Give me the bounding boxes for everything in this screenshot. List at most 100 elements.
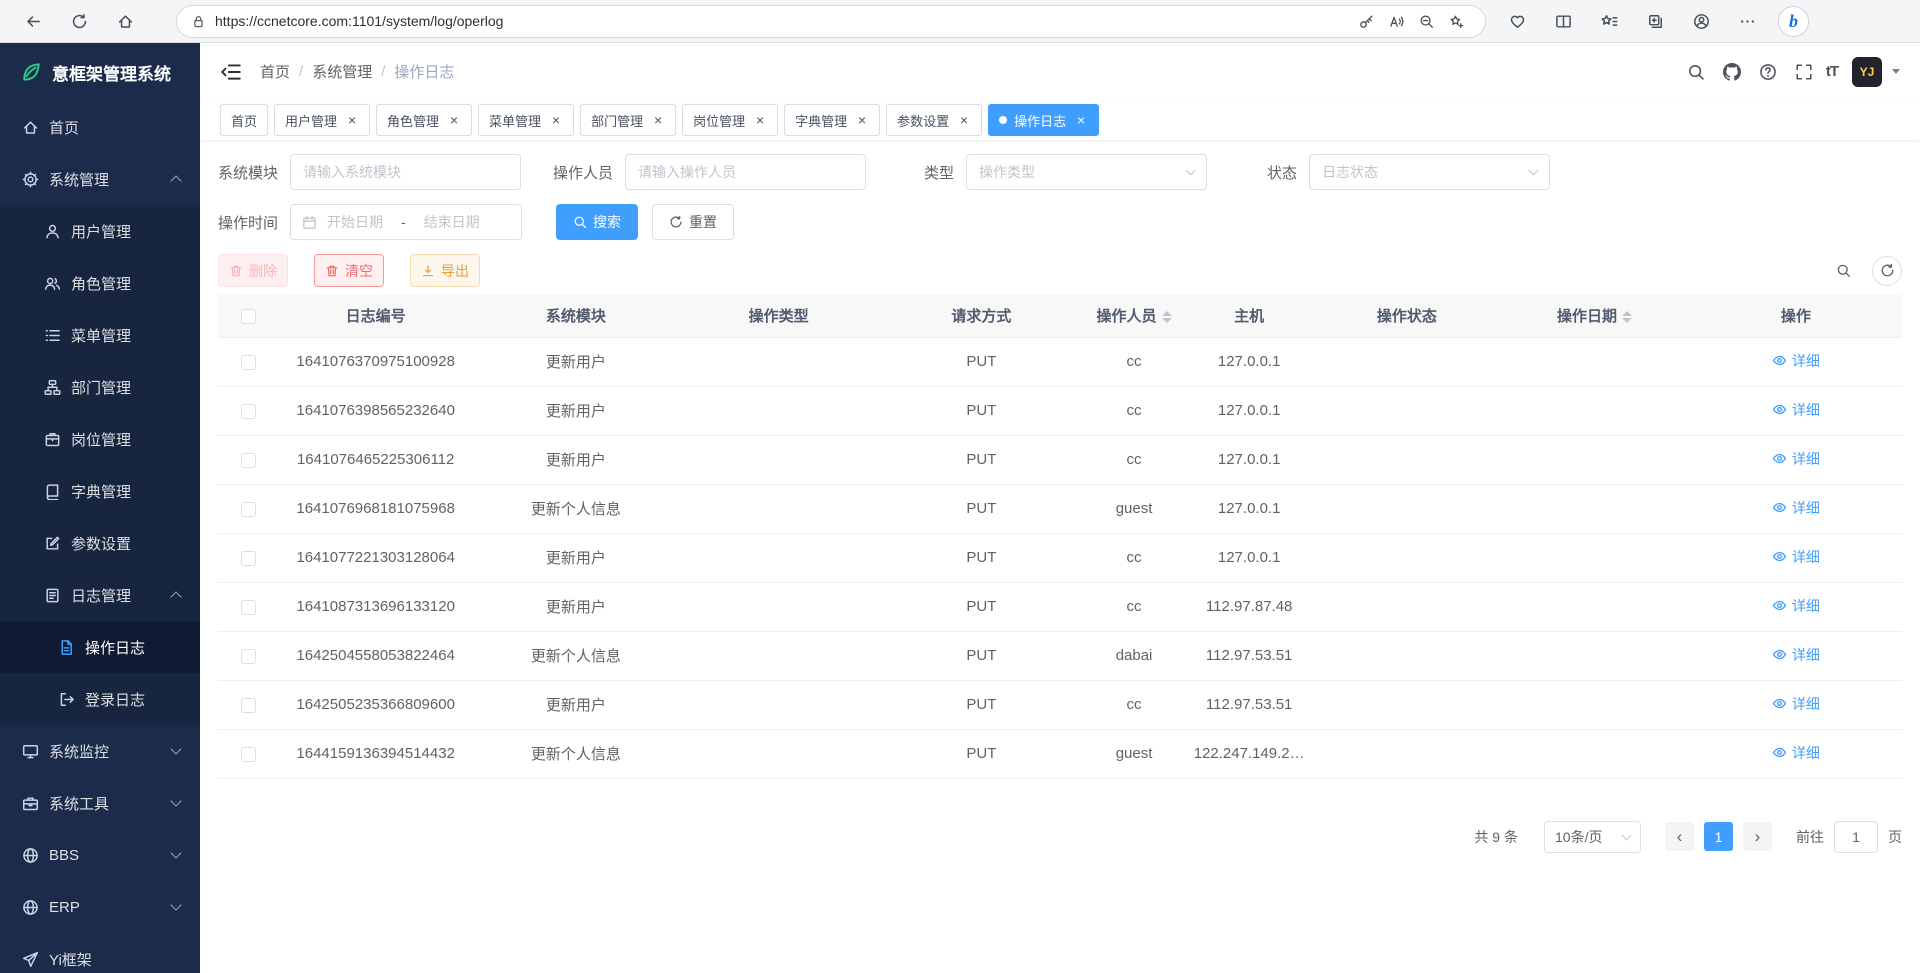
- sidebar-item[interactable]: ERP: [0, 881, 200, 933]
- split-screen-icon[interactable]: [1546, 5, 1580, 37]
- date-range-picker[interactable]: 开始日期 - 结束日期: [290, 204, 522, 240]
- detail-link[interactable]: 详细: [1772, 596, 1820, 616]
- collapse-sidebar-icon[interactable]: [220, 61, 242, 83]
- browser-essentials-icon[interactable]: [1500, 5, 1534, 37]
- clear-button[interactable]: 清空: [314, 254, 384, 287]
- detail-link[interactable]: 详细: [1772, 351, 1820, 371]
- row-checkbox[interactable]: [241, 453, 256, 468]
- header-search-icon[interactable]: [1682, 58, 1710, 86]
- browser-profile-icon[interactable]: [1684, 5, 1718, 37]
- detail-link[interactable]: 详细: [1772, 694, 1820, 714]
- export-button[interactable]: 导出: [410, 254, 480, 287]
- row-checkbox[interactable]: [241, 502, 256, 517]
- column-header[interactable]: 操作日期: [1499, 295, 1689, 337]
- tab-page[interactable]: 岗位管理×: [682, 104, 778, 136]
- row-checkbox[interactable]: [241, 649, 256, 664]
- row-checkbox[interactable]: [241, 747, 256, 762]
- row-checkbox[interactable]: [241, 600, 256, 615]
- read-aloud-icon[interactable]: [1381, 8, 1411, 34]
- browser-home-icon[interactable]: [108, 5, 142, 37]
- close-tab-icon[interactable]: ×: [651, 113, 665, 127]
- app-logo[interactable]: 意框架管理系统: [0, 43, 200, 101]
- sidebar-item[interactable]: 部门管理: [0, 361, 200, 413]
- sidebar-item[interactable]: 系统监控: [0, 725, 200, 777]
- goto-page-input[interactable]: [1834, 821, 1878, 853]
- column-header[interactable]: 操作人员: [1084, 295, 1184, 337]
- tab-page[interactable]: 用户管理×: [274, 104, 370, 136]
- user-avatar[interactable]: YJ: [1852, 57, 1882, 87]
- github-icon[interactable]: [1718, 58, 1746, 86]
- sidebar-item[interactable]: 用户管理: [0, 205, 200, 257]
- next-page-button[interactable]: ›: [1743, 822, 1772, 851]
- prev-page-button[interactable]: ‹: [1665, 822, 1694, 851]
- refresh-table-button[interactable]: [1872, 256, 1902, 286]
- detail-link[interactable]: 详细: [1772, 498, 1820, 518]
- search-button[interactable]: 搜索: [556, 204, 638, 240]
- sidebar-item[interactable]: 字典管理: [0, 465, 200, 517]
- browser-reload-icon[interactable]: [62, 5, 96, 37]
- close-tab-icon[interactable]: ×: [957, 113, 971, 127]
- sidebar-item[interactable]: 岗位管理: [0, 413, 200, 465]
- row-checkbox[interactable]: [241, 404, 256, 419]
- collections-icon[interactable]: [1638, 5, 1672, 37]
- hide-search-button[interactable]: [1828, 256, 1858, 286]
- type-select[interactable]: 操作类型: [966, 154, 1207, 190]
- reset-button[interactable]: 重置: [652, 204, 734, 240]
- tab-page[interactable]: 参数设置×: [886, 104, 982, 136]
- module-input[interactable]: [290, 154, 521, 190]
- avatar-caret-down-icon[interactable]: [1892, 69, 1900, 74]
- font-size-icon[interactable]: tT: [1826, 63, 1838, 80]
- sidebar-item[interactable]: 操作日志: [0, 621, 200, 673]
- sidebar-item[interactable]: BBS: [0, 829, 200, 881]
- password-key-icon[interactable]: [1351, 8, 1381, 34]
- page-size-select[interactable]: 10条/页: [1544, 821, 1641, 853]
- bing-copilot-icon[interactable]: b: [1778, 6, 1809, 37]
- select-all-checkbox[interactable]: [241, 309, 256, 324]
- browser-more-icon[interactable]: [1730, 5, 1764, 37]
- detail-link[interactable]: 详细: [1772, 743, 1820, 763]
- help-icon[interactable]: [1754, 58, 1782, 86]
- row-checkbox[interactable]: [241, 698, 256, 713]
- sidebar-item[interactable]: 角色管理: [0, 257, 200, 309]
- tab-page[interactable]: 字典管理×: [784, 104, 880, 136]
- tab-page[interactable]: 菜单管理×: [478, 104, 574, 136]
- close-tab-icon[interactable]: ×: [1074, 113, 1088, 127]
- close-tab-icon[interactable]: ×: [753, 113, 767, 127]
- detail-link[interactable]: 详细: [1772, 449, 1820, 469]
- close-tab-icon[interactable]: ×: [549, 113, 563, 127]
- add-favorite-icon[interactable]: [1441, 8, 1471, 34]
- sidebar-item[interactable]: 登录日志: [0, 673, 200, 725]
- page-number-button[interactable]: 1: [1704, 822, 1733, 851]
- sidebar-item[interactable]: 参数设置: [0, 517, 200, 569]
- detail-link[interactable]: 详细: [1772, 400, 1820, 420]
- zoom-out-icon[interactable]: [1411, 8, 1441, 34]
- address-bar[interactable]: https://ccnetcore.com:1101/system/log/op…: [176, 5, 1486, 38]
- tab-home[interactable]: 首页: [220, 104, 268, 136]
- breadcrumb-item-home[interactable]: 首页: [260, 61, 290, 82]
- row-checkbox[interactable]: [241, 551, 256, 566]
- tab-page[interactable]: 角色管理×: [376, 104, 472, 136]
- sidebar-item[interactable]: Yi框架: [0, 933, 200, 973]
- sidebar-item[interactable]: 日志管理: [0, 569, 200, 621]
- tab-page[interactable]: 操作日志×: [988, 104, 1099, 136]
- operator-input[interactable]: [625, 154, 866, 190]
- close-tab-icon[interactable]: ×: [345, 113, 359, 127]
- detail-link[interactable]: 详细: [1772, 547, 1820, 567]
- fullscreen-icon[interactable]: [1790, 58, 1818, 86]
- favorites-icon[interactable]: [1592, 5, 1626, 37]
- sort-caret-icon[interactable]: [1162, 311, 1172, 323]
- status-select[interactable]: 日志状态: [1309, 154, 1550, 190]
- browser-back-icon[interactable]: [16, 5, 50, 37]
- detail-link[interactable]: 详细: [1772, 645, 1820, 665]
- sidebar-item[interactable]: 系统工具: [0, 777, 200, 829]
- delete-button[interactable]: 删除: [218, 254, 288, 287]
- sidebar-item[interactable]: 首页: [0, 101, 200, 153]
- sort-caret-icon[interactable]: [1622, 311, 1632, 323]
- close-tab-icon[interactable]: ×: [855, 113, 869, 127]
- breadcrumb-item-system[interactable]: 系统管理: [312, 61, 372, 82]
- close-tab-icon[interactable]: ×: [447, 113, 461, 127]
- sidebar-item[interactable]: 菜单管理: [0, 309, 200, 361]
- row-checkbox[interactable]: [241, 355, 256, 370]
- sidebar-item[interactable]: 系统管理: [0, 153, 200, 205]
- tab-page[interactable]: 部门管理×: [580, 104, 676, 136]
